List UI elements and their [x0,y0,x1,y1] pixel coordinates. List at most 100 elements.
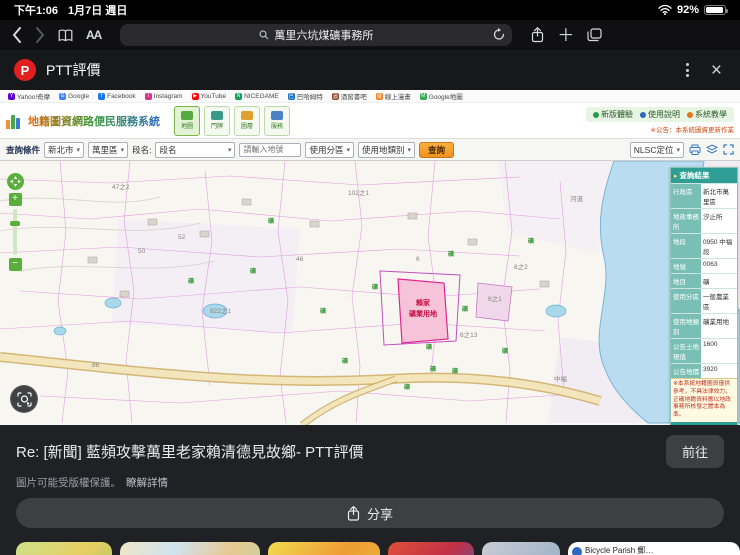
cadastral-map[interactable]: 賴家 礦業用地 47之2 102之1 河道 52 50 46 6 822之1 86 6之13 6之2… [0,161,740,425]
link-bullet-icon [640,111,646,118]
tab-label: 門牌 [210,124,223,130]
back-button[interactable] [12,27,22,43]
result-value: 0950 中福段 [701,234,737,258]
map-parcel-label: 6 [416,256,420,263]
lens-button[interactable] [10,385,38,413]
zoom-slider[interactable] [10,209,20,255]
reload-icon[interactable] [493,28,505,41]
results-rows: 行政區 新北市萬里區 地政事務所 汐止所 地段 0950 中福段 地號 0063 地目礦使用分區… [671,183,737,378]
result-thumbnail-2[interactable] [120,542,260,555]
result-row: 地段 0950 中福段 [671,233,737,258]
result-thumbnail-1[interactable] [16,542,112,555]
result-value: 一般農業區 [701,289,737,313]
locate-select[interactable]: NLSC定位 ▾ [629,141,684,158]
header-link[interactable]: 使用說明 [640,109,680,120]
land-use-symbol: 礦 [452,367,458,375]
result-thumbnail-3[interactable] [268,542,380,555]
site-tab-3[interactable]: 圖層 [234,105,260,136]
tabs-icon[interactable] [587,28,602,42]
header-link[interactable]: 系統教學 [687,109,727,120]
city-select[interactable]: 新北市 ▾ [44,141,85,158]
bookmark-label: 巴哈姆特 [296,94,323,101]
map-parcel-label: 6之1 [488,294,502,303]
bookmarks-icon[interactable] [58,28,73,42]
bookmark-item[interactable]: f Facebook [98,92,136,100]
zoom-out-button[interactable]: − [8,258,22,271]
site-tab-2[interactable]: 門牌 [204,105,230,136]
selected-parcel-sublabel: 礦業用地 [409,309,437,318]
header-link-label: 系統教學 [695,110,727,119]
fullscreen-icon[interactable] [723,144,734,155]
section-select[interactable]: 段名 ▾ [155,141,236,158]
search-icon [259,30,269,40]
address-text: 萬里六坑煤礦事務所 [274,30,374,42]
map-parcel-label: 河道 [570,194,584,203]
forward-button[interactable] [35,27,45,43]
result-row: 地目礦 [671,273,737,288]
text-size-button[interactable]: AA [86,28,102,42]
bookmark-item[interactable]: 漫線上漫畫 [375,91,411,101]
result-label: 行政區 [671,184,701,208]
share-button[interactable]: 分享 [16,498,724,528]
land-use-symbol: 礦 [426,343,432,351]
land-use-symbol: 礦 [320,307,326,315]
map-parcel-label: 50 [138,248,146,255]
layers-icon[interactable] [706,144,718,155]
print-icon[interactable] [689,144,701,155]
result-label: 地段 [671,234,701,258]
zone-select[interactable]: 使用分區 ▾ [305,141,354,158]
land-class-select[interactable]: 使用地類別 ▾ [357,141,416,158]
search-button[interactable]: 查詢 [419,141,455,158]
more-options-icon[interactable] [678,59,697,81]
bookmark-item[interactable]: Y Yahoo!奇摩 [8,91,50,101]
bookmark-item[interactable]: 巴巴哈姆特 [287,91,323,101]
ptt-logo: P [14,59,36,81]
result-headline[interactable]: Re: [新聞] 藍頻攻擊萬里老家賴清德見故鄉- PTT評價 [16,441,652,462]
share-icon[interactable] [531,27,544,43]
bookmark-item[interactable]: N NICEGAME [235,92,279,100]
bookmark-label: 酒窖書吧 [340,94,367,101]
pan-control[interactable] [6,173,24,190]
result-thumbnail-4[interactable] [388,542,474,555]
favicon-icon: I [144,92,152,100]
visit-button[interactable]: 前往 [665,435,724,468]
zoom-in-button[interactable]: + [8,193,22,206]
result-thumbnail-5[interactable] [482,542,560,555]
result-value: 礦 [701,274,737,288]
result-value: 礦業用地 [701,314,737,338]
bookmark-item[interactable]: 酒酒窖書吧 [331,91,367,101]
result-label: 使用地類別 [671,314,701,338]
bookmark-item[interactable]: I Instagram [144,92,183,100]
parcel-number-input[interactable] [239,142,302,157]
result-label: 公告地價 [671,364,701,378]
result-row: 使用地類別 礦業用地 [671,313,737,338]
district-select[interactable]: 萬里區 ▾ [88,141,129,158]
image-result-sheet: Re: [新聞] 藍頻攻擊萬里老家賴清德見故鄉- PTT評價 前往 圖片可能受版… [0,425,740,555]
land-use-symbol: 礦 [528,237,534,245]
new-tab-button[interactable]: ＋ [557,27,574,44]
result-row: 公告土地現值 1600 [671,338,737,363]
close-icon[interactable]: × [707,61,726,80]
land-use-symbol: 礦 [342,357,348,365]
selected-parcel-label: 賴家 [416,298,431,307]
clock: 下午1:06 [14,5,59,17]
learn-more-link[interactable]: 瞭解詳情 [126,475,168,490]
land-use-symbol: 礦 [430,365,436,373]
wifi-icon [658,5,672,15]
land-use-symbol: 礦 [462,305,468,313]
land-use-symbol: 礦 [502,347,508,355]
map-parcel-label: 6之2 [514,262,528,271]
bookmark-item[interactable]: G Google [59,92,89,100]
copyright-note: 圖片可能受版權保護。 [16,477,121,489]
site-tab-4[interactable]: 服務 [264,105,290,136]
bookmark-item[interactable]: ▶ YouTube [191,92,226,100]
results-header[interactable]: ▸ 查詢結果 [671,168,737,183]
result-label: 地目 [671,274,701,288]
bookmark-item[interactable]: M Google地圖 [419,91,463,101]
bookmark-label: Instagram [153,92,183,100]
header-link[interactable]: 新版體驗 [593,109,633,120]
link-bullet-icon [687,111,693,118]
address-bar[interactable]: 萬里六坑煤礦事務所 [120,24,513,46]
result-thumbnail-6[interactable]: Bicycle Parish 郵… [568,542,740,555]
site-tab-1[interactable]: 地圖 [174,105,200,136]
